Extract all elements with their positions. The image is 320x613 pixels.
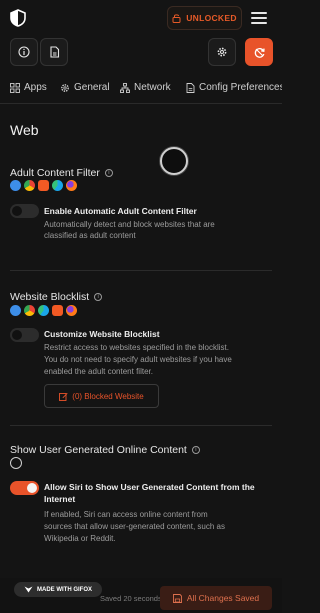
adult-filter-toggle[interactable] (10, 204, 39, 218)
blocklist-toggle[interactable] (10, 328, 39, 342)
gifox-logo-icon (24, 586, 33, 593)
save-button-label: All Changes Saved (186, 593, 260, 603)
ugc-option-title-1: Allow Siri to Show User Generated Conten… (44, 482, 255, 492)
divider (10, 425, 272, 426)
tab-divider (0, 103, 282, 104)
blocklist-option-title: Customize Website Blocklist (44, 329, 160, 339)
hamburger-menu-icon[interactable] (250, 10, 268, 26)
top-bar: UNLOCKED (0, 0, 282, 36)
blocklist-title: Website Blocklist i (10, 291, 103, 303)
unlocked-label: UNLOCKED (186, 13, 237, 23)
adult-filter-option-desc-2: classified as adult content (44, 231, 136, 240)
ugc-option-desc-1: If enabled, Siri can access online conte… (44, 510, 208, 519)
divider (10, 270, 272, 271)
info-icon (18, 46, 30, 58)
brave-icon (52, 305, 63, 316)
settings-button[interactable] (208, 38, 236, 66)
grid-icon (10, 82, 20, 93)
ugc-toggle[interactable] (10, 481, 39, 495)
tab-network[interactable]: Network (120, 82, 171, 93)
adult-filter-title-text: Adult Content Filter (10, 167, 100, 179)
tab-network-label: Network (134, 82, 171, 93)
refresh-button[interactable] (245, 38, 273, 66)
blocklist-title-text: Website Blocklist (10, 291, 90, 303)
blocklist-option-desc-1: Restrict access to websites specified in… (44, 343, 229, 352)
blocked-website-label: (0) Blocked Website (72, 391, 144, 401)
save-button[interactable]: All Changes Saved (160, 586, 272, 610)
ugc-option-desc-3: Wikipedia or Reddit. (44, 534, 116, 543)
safari-icon (10, 305, 21, 316)
tab-general[interactable]: General (60, 82, 110, 93)
gifox-badge: MADE WITH GIFOX (14, 582, 102, 597)
document-button[interactable] (40, 38, 68, 66)
adult-filter-option-title: Enable Automatic Adult Content Filter (44, 206, 197, 216)
save-icon (172, 593, 182, 603)
tab-apps[interactable]: Apps (10, 82, 47, 93)
ugc-option-desc-2: sources that allow user-generated conten… (44, 522, 225, 531)
tab-bar: Apps General Network Config Preferences (0, 80, 282, 100)
document-icon (49, 46, 59, 58)
brave-icon (38, 180, 49, 191)
ugc-title: Show User Generated Online Content i (10, 444, 200, 456)
safari-icon (10, 180, 21, 191)
gifox-badge-text: MADE WITH GIFOX (37, 586, 92, 593)
gear-icon (61, 83, 69, 92)
info-button[interactable] (10, 38, 38, 66)
info-icon[interactable]: i (94, 293, 103, 301)
edge-icon (52, 180, 63, 191)
chrome-icon (24, 305, 35, 316)
adult-filter-option-desc-1: Automatically detect and block websites … (44, 220, 215, 229)
toolbar (0, 38, 282, 68)
shield-logo-icon (10, 9, 26, 27)
info-icon[interactable]: i (191, 446, 200, 454)
unlocked-button[interactable]: UNLOCKED (167, 6, 242, 30)
blocklist-option-desc-3: enabled the adult content filter. (44, 367, 153, 376)
ugc-option-title-2: Internet (44, 494, 76, 504)
blocklist-option-desc-2: You do not need to specify adult website… (44, 355, 232, 364)
section-title: Web (10, 122, 39, 138)
ugc-title-text: Show User Generated Online Content (10, 444, 187, 456)
adult-filter-title: Adult Content Filter i (10, 167, 113, 179)
edit-icon (59, 392, 68, 401)
footer: MADE WITH GIFOX Saved 20 seconds ago All… (0, 578, 282, 613)
lock-icon (172, 14, 181, 23)
edge-icon (38, 305, 49, 316)
firefox-icon (66, 180, 77, 191)
siri-icon (10, 457, 22, 469)
tab-config-preferences-label: Config Preferences (199, 82, 282, 93)
document-icon (186, 82, 195, 93)
loading-spinner-icon (160, 147, 188, 175)
adult-filter-browsers (10, 180, 77, 191)
info-icon[interactable]: i (104, 169, 113, 177)
firefox-icon (66, 305, 77, 316)
blocklist-browsers (10, 305, 77, 316)
tab-config-preferences[interactable]: Config Preferences (186, 82, 282, 93)
tab-apps-label: Apps (24, 82, 47, 93)
gear-icon (217, 47, 227, 57)
refresh-icon (254, 47, 265, 58)
network-icon (120, 82, 130, 93)
tab-general-label: General (74, 82, 110, 93)
blocked-website-button[interactable]: (0) Blocked Website (44, 384, 159, 408)
chrome-icon (24, 180, 35, 191)
